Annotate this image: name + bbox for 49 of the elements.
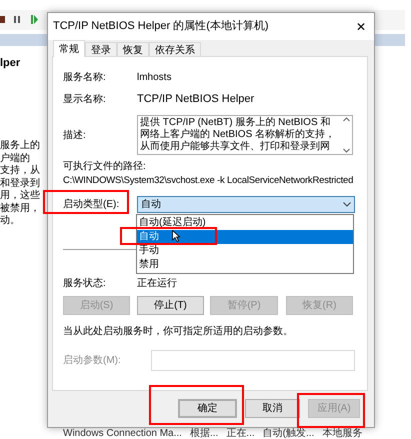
field-label: 启动类型(E):: [63, 198, 120, 212]
description-line: 动。: [0, 215, 21, 228]
detail-title: lper: [0, 56, 20, 70]
list-cell: 正在...: [226, 429, 255, 439]
description-line: 户端的: [0, 152, 31, 164]
scroll-down-icon[interactable]: [342, 148, 350, 153]
list-cell: 本地服务: [322, 429, 362, 439]
description-line: 服务上的: [0, 140, 41, 152]
close-button[interactable]: ✕: [356, 20, 366, 32]
play-icon[interactable]: [31, 15, 38, 24]
chevron-down-icon: [343, 202, 351, 207]
description-text: 提供 TCP/IP (NetBT) 服务上的 NetBIOS 和网络上客户端的 NetBIOS 名称解析的支持，从而使用户能够共享文件、打印和登录到网: [140, 117, 336, 153]
field-label: 显示名称:: [63, 92, 107, 106]
hint-text: 当从此处启动服务时，你可指定所适用的启动参数。: [63, 324, 293, 338]
field-value: 正在运行: [137, 276, 177, 290]
field-label: 服务名称:: [63, 70, 107, 84]
tab[interactable]: 依存关系: [149, 42, 201, 56]
dialog-button[interactable]: 确定: [178, 399, 237, 418]
dropdown-option[interactable]: 手动: [137, 244, 353, 258]
dropdown-option[interactable]: 自动: [137, 230, 353, 244]
list-cell: 根据...: [190, 429, 218, 439]
description-box[interactable]: 提供 TCP/IP (NetBT) 服务上的 NetBIOS 和网络上客户端的 NetBIOS 名称解析的支持，从而使用户能够共享文件、打印和登录到网: [137, 115, 353, 155]
highlight-frame: [297, 393, 365, 428]
cursor-icon: [172, 230, 180, 242]
pause-icon[interactable]: [14, 16, 20, 23]
path-value: C:\WINDOWS\System32\svchost.exe -k LocalServiceNetworkRestricted: [63, 174, 354, 187]
dropdown-option[interactable]: 自动(延迟启动): [137, 216, 353, 230]
field-label: 服务状态:: [63, 276, 107, 290]
field-label: 描述:: [63, 128, 87, 142]
dialog-button[interactable]: 取消: [245, 399, 300, 418]
field-value: lmhosts: [137, 70, 172, 84]
tab[interactable]: 登录: [85, 42, 117, 56]
field-label: 启动参数(M):: [63, 354, 122, 368]
field-label: 可执行文件的路径:: [63, 160, 146, 172]
field-value: TCP/IP NetBIOS Helper: [137, 92, 254, 107]
dropdown-option[interactable]: 禁用: [137, 258, 353, 272]
description-line: 用，这些: [0, 190, 41, 202]
startup-type-dropdown[interactable]: 自动: [137, 196, 355, 213]
window-title: TCP/IP NetBIOS Helper 的属性(本地计算机): [53, 19, 269, 34]
start-params-field[interactable]: [151, 350, 355, 371]
description-line: 被禁用，: [0, 202, 41, 215]
tab[interactable]: 常规: [53, 40, 85, 57]
description-line: 支持，从: [0, 165, 41, 178]
list-cell: 自动(触发...: [262, 429, 314, 439]
list-cell: Windows Connection Ma...: [63, 429, 182, 439]
scroll-up-icon[interactable]: [342, 117, 350, 122]
description-line: 和登录到: [0, 178, 41, 190]
tab[interactable]: 恢复: [117, 42, 149, 56]
service-button[interactable]: 停止(T): [137, 296, 204, 315]
